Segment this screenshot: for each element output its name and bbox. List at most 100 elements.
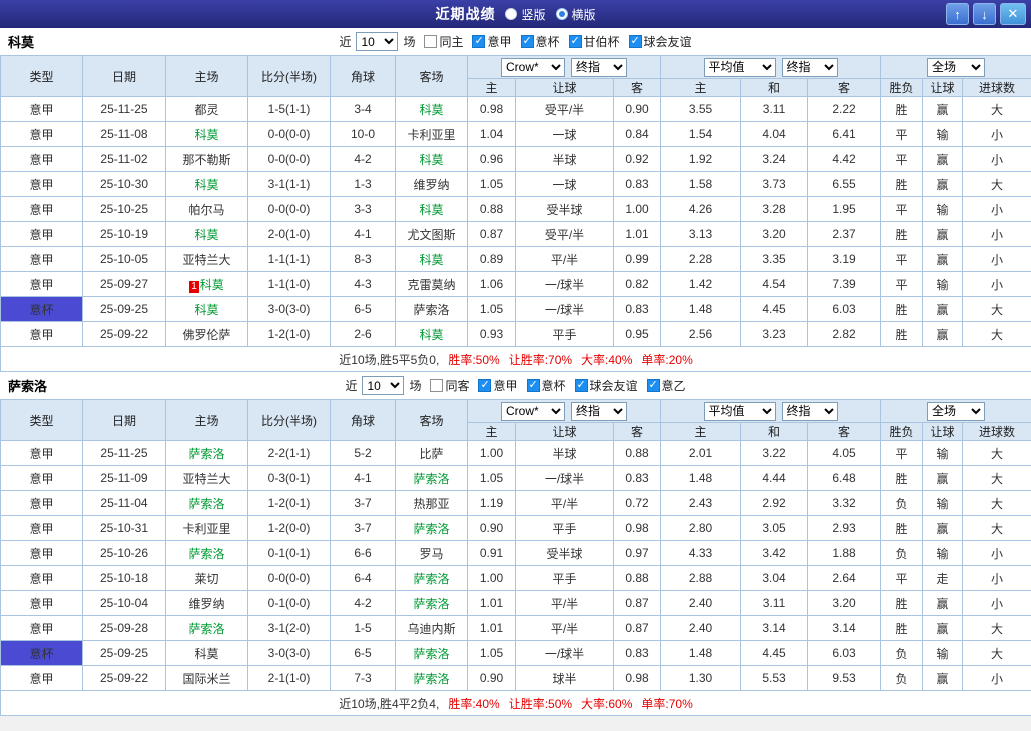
goals-result-cell: 小 bbox=[962, 121, 1031, 147]
close-button[interactable]: ✕ bbox=[1000, 3, 1026, 25]
home-team-cell: 萨索洛 bbox=[165, 540, 248, 566]
same-venue-checkbox[interactable] bbox=[424, 35, 438, 48]
score-cell: 0-1(0-1) bbox=[247, 540, 331, 566]
euro-home-odds-cell: 1.58 bbox=[660, 171, 742, 197]
result-cell: 平 bbox=[880, 271, 924, 297]
away-team-cell: 克雷莫纳 bbox=[395, 271, 468, 297]
same-venue-checkbox[interactable] bbox=[430, 379, 444, 392]
home-team-name: 卡利亚里 bbox=[182, 521, 231, 536]
euro-away-odds-cell: 2.22 bbox=[807, 96, 882, 122]
asia-away-odds-cell: 0.98 bbox=[612, 515, 662, 541]
league-filter-checkbox[interactable] bbox=[472, 34, 486, 48]
near-label: 近 bbox=[339, 35, 352, 49]
match-date-cell: 25-11-09 bbox=[82, 465, 166, 491]
euro-home-odds-cell: 4.33 bbox=[660, 540, 742, 566]
asia-index-select[interactable]: 终指 bbox=[571, 57, 627, 77]
away-team-cell: 萨索洛 bbox=[395, 665, 468, 691]
radio-horizontal-layout[interactable]: 横版 bbox=[555, 6, 596, 23]
euro-index-select[interactable]: 终指 bbox=[781, 57, 838, 77]
euro-index-select[interactable]: 终指 bbox=[781, 401, 838, 421]
league-filter-checkbox[interactable] bbox=[628, 34, 642, 48]
match-row: 意甲 25-09-28 萨索洛 3-1(2-0) 1-5 乌迪内斯 1.01 平/半 0.87 2… bbox=[0, 615, 1031, 641]
score-cell: 3-1(1-1) bbox=[247, 171, 331, 197]
column-header: 主场 bbox=[165, 399, 248, 441]
asia-handicap-cell: 受半球 bbox=[515, 540, 614, 566]
summary-record: 近10场,胜4平2负4, bbox=[339, 696, 440, 711]
match-row: 意甲 25-11-09 亚特兰大 0-3(0-1) 4-1 萨索洛 1.05 一/球半 0.83… bbox=[0, 465, 1031, 491]
euro-home-odds-cell: 1.30 bbox=[660, 665, 742, 691]
average-select[interactable]: 平均值 bbox=[703, 401, 776, 421]
league-filter-checkbox[interactable] bbox=[646, 378, 660, 392]
home-team-cell: 科莫 bbox=[165, 221, 248, 247]
league-filter-checkbox[interactable] bbox=[478, 378, 492, 392]
goals-result-cell: 大 bbox=[962, 615, 1031, 641]
column-header: 比分(半场) bbox=[247, 399, 331, 441]
match-row: 意杯 25-09-25 科莫 3-0(3-0) 6-5 萨索洛 1.05 一/球半 0.83 1.… bbox=[0, 296, 1031, 322]
match-row: 意甲 25-10-05 亚特兰大 1-1(1-1) 8-3 科莫 0.89 平/半 0.99 2.… bbox=[0, 246, 1031, 272]
euro-draw-odds-cell: 3.23 bbox=[740, 321, 809, 347]
league-filter-checkbox[interactable] bbox=[574, 378, 588, 392]
league-filter-checkbox[interactable] bbox=[526, 378, 540, 392]
result-cell: 平 bbox=[880, 196, 924, 222]
euro-away-odds-cell: 3.32 bbox=[807, 490, 882, 516]
home-team-cell: 维罗纳 bbox=[165, 590, 248, 616]
away-team-cell: 维罗纳 bbox=[395, 171, 468, 197]
scroll-up-button[interactable]: ↑ bbox=[946, 3, 969, 25]
radio-vertical-layout[interactable]: 竖版 bbox=[505, 6, 546, 23]
page-title: 近期战绩 bbox=[435, 6, 496, 22]
euro-home-odds-cell: 2.40 bbox=[660, 615, 742, 641]
away-team-cell: 科莫 bbox=[395, 321, 468, 347]
match-row: 意甲 25-09-22 佛罗伦萨 1-2(1-0) 2-6 科莫 0.93 平手 0.95 2.5… bbox=[0, 321, 1031, 347]
corner-cell: 1-5 bbox=[330, 615, 396, 641]
match-type-cell: 意甲 bbox=[0, 146, 83, 172]
match-date-cell: 25-09-25 bbox=[82, 640, 166, 666]
euro-draw-odds-cell: 3.04 bbox=[740, 565, 809, 591]
euro-away-odds-cell: 3.19 bbox=[807, 246, 882, 272]
asia-handicap-cell: 平手 bbox=[515, 515, 614, 541]
match-row: 意甲 25-10-04 维罗纳 0-1(0-0) 4-2 萨索洛 1.01 平/半 0.87 2.… bbox=[0, 590, 1031, 616]
summary-rate: 胜率:40% bbox=[448, 696, 500, 711]
euro-away-odds-cell: 3.20 bbox=[807, 590, 882, 616]
result-cell: 胜 bbox=[880, 590, 924, 616]
handicap-result-cell: 赢 bbox=[922, 321, 964, 347]
home-team-cell: 科莫 bbox=[165, 121, 248, 147]
corner-cell: 5-2 bbox=[330, 440, 396, 466]
asia-index-select[interactable]: 终指 bbox=[571, 401, 627, 421]
column-header: 日期 bbox=[82, 55, 166, 97]
away-team-name: 科莫 bbox=[419, 252, 444, 267]
bookmaker-select[interactable]: Crow* bbox=[501, 401, 565, 421]
recent-count-select[interactable]: 10 bbox=[356, 32, 399, 51]
average-select[interactable]: 平均值 bbox=[703, 57, 776, 77]
match-row: 意甲 25-09-22 国际米兰 2-1(1-0) 7-3 萨索洛 0.90 球半 0.98 1.… bbox=[0, 665, 1031, 691]
home-team-name: 科莫 bbox=[194, 177, 219, 192]
asia-home-odds-cell: 0.90 bbox=[467, 665, 516, 691]
goals-result-cell: 大 bbox=[962, 296, 1031, 322]
asia-handicap-cell: 受平/半 bbox=[515, 96, 614, 122]
handicap-result-cell: 赢 bbox=[922, 96, 964, 122]
asia-home-odds-cell: 0.93 bbox=[467, 321, 516, 347]
away-team-cell: 萨索洛 bbox=[395, 590, 468, 616]
bookmaker-select[interactable]: Crow* bbox=[501, 57, 565, 77]
away-team-cell: 萨索洛 bbox=[395, 640, 468, 666]
euro-away-odds-cell: 4.42 bbox=[807, 146, 882, 172]
asia-away-odds-cell: 0.83 bbox=[612, 465, 662, 491]
scroll-down-button[interactable]: ↓ bbox=[973, 3, 996, 25]
league-filter-checkbox[interactable] bbox=[520, 34, 534, 48]
scope-select[interactable]: 全场 bbox=[927, 57, 986, 77]
league-filter-checkbox[interactable] bbox=[568, 34, 582, 48]
euro-draw-odds-cell: 4.44 bbox=[740, 465, 809, 491]
league-filter-label: 甘伯杯 bbox=[583, 35, 620, 49]
asia-handicap-cell: 平/半 bbox=[515, 590, 614, 616]
summary-rate: 大率:40% bbox=[581, 352, 633, 367]
recent-count-select[interactable]: 10 bbox=[362, 376, 405, 395]
euro-home-odds-cell: 1.48 bbox=[660, 296, 742, 322]
corner-cell: 3-7 bbox=[330, 490, 396, 516]
euro-away-odds-cell: 6.41 bbox=[807, 121, 882, 147]
scope-select[interactable]: 全场 bbox=[927, 401, 986, 421]
handicap-result-cell: 输 bbox=[922, 121, 964, 147]
home-team-name: 科莫 bbox=[194, 302, 219, 317]
away-team-name: 萨索洛 bbox=[413, 671, 450, 686]
euro-home-odds-cell: 3.13 bbox=[660, 221, 742, 247]
match-type-cell: 意甲 bbox=[0, 490, 83, 516]
match-date-cell: 25-10-31 bbox=[82, 515, 166, 541]
